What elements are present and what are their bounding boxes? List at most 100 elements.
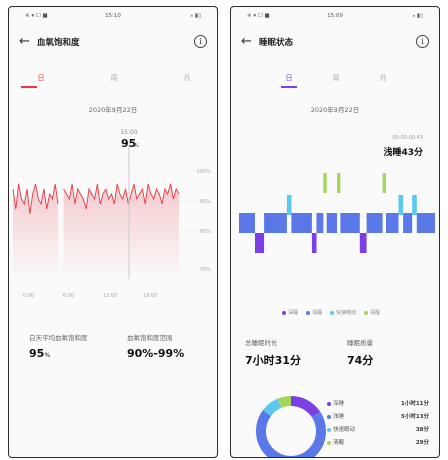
status-time: 15:09 — [327, 13, 343, 19]
breakdown-row: 快速眼动 38分 — [327, 425, 429, 438]
stat2-label: 血氧饱和度范围 — [127, 334, 173, 342]
sleep-segment — [403, 213, 413, 233]
status-icons-right: ⁎ ▮▯ — [412, 13, 423, 19]
tab-day[interactable]: 日 — [269, 73, 309, 83]
stat1-label: 总睡眠时长 — [245, 339, 278, 347]
breakdown-stage: 快速眼动 — [327, 425, 355, 438]
stat2-value: 74分 — [347, 354, 374, 367]
breakdown-stage-label: 快速眼动 — [333, 427, 356, 433]
breakdown-row: 清醒 29分 — [327, 438, 429, 451]
info-icon[interactable]: i — [416, 35, 429, 48]
breakdown-row: 浅睡 5小时13分 — [327, 412, 429, 425]
tab-week[interactable]: 周 — [316, 73, 356, 83]
sleep-segment — [316, 213, 324, 233]
breakdown-stage-label: 深睡 — [333, 401, 345, 407]
breakdown-value: 1小时11分 — [401, 401, 429, 407]
x-tick-label: 0:00 — [23, 293, 34, 299]
back-arrow-icon[interactable]: ← — [19, 33, 30, 51]
stat2-label: 睡眠质量 — [347, 339, 373, 347]
sleep-segment — [337, 173, 341, 193]
stage-dot-icon — [327, 440, 331, 445]
tab-month[interactable]: 月 — [167, 73, 207, 83]
active-tab-indicator — [281, 86, 297, 88]
status-time: 15:10 — [105, 13, 121, 19]
legend-dot-icon — [281, 310, 286, 315]
sleep-donut-chart — [256, 396, 326, 457]
legend-label: 清醒 — [370, 310, 381, 316]
x-tick-label: 6:00 — [63, 293, 74, 299]
legend-item: 深睡 — [281, 310, 298, 316]
stage-dot-icon — [327, 427, 331, 432]
sleep-tooltip-value: 浅睡43分 — [383, 148, 423, 158]
spo2-line-chart[interactable]: 15:00 95 % 100%95%90%70% 0:00 6:00 12:00 18… — [9, 119, 218, 309]
stat1-label: 白天平均血氧饱和度 — [29, 334, 88, 342]
sleep-stage-chart[interactable] — [231, 167, 440, 277]
tab-day[interactable]: 日 — [21, 73, 61, 83]
stage-dot-icon — [327, 414, 331, 419]
blood-oxygen-screen: ※ ▾ ☐ ■ 15:10 ⁎ ▮▯ ← 血氧饱和度 i 日 周 月 2020年… — [8, 6, 218, 458]
sleep-segment — [386, 213, 399, 233]
sleep-tooltip-label: 00:00-00:43 — [392, 135, 423, 141]
date-label: 2020年9月22日 — [88, 106, 138, 114]
sleep-segment — [264, 213, 287, 233]
legend-label: 快速眼动 — [336, 310, 357, 316]
page-title: 血氧饱和度 — [37, 38, 80, 48]
stat2-value: 90%-99% — [127, 347, 185, 360]
period-tabs: 日 周 月 — [9, 73, 217, 93]
back-arrow-icon[interactable]: ← — [241, 33, 252, 51]
sleep-segment — [382, 173, 386, 193]
sleep-segment — [412, 195, 417, 215]
stat1-number: 95 — [29, 347, 45, 360]
sleep-segment — [323, 173, 327, 193]
stage-dot-icon — [327, 401, 331, 406]
status-icons-right: ⁎ ▮▯ — [190, 13, 201, 19]
sleep-screen: ※ ▾ ☐ ■ 15:09 ⁎ ▮▯ ← 睡眠状态 i 日 周 月 2020年9… — [230, 6, 440, 458]
breakdown-stage-label: 浅睡 — [333, 414, 345, 420]
stat1-unit: % — [44, 352, 51, 359]
active-tab-indicator — [21, 86, 37, 88]
breakdown-stage: 清醒 — [327, 438, 344, 451]
page-title: 睡眠状态 — [259, 38, 294, 48]
breakdown-stage: 深睡 — [327, 399, 344, 412]
sleep-segment — [398, 195, 404, 215]
sleep-segment — [326, 213, 337, 233]
tooltip-time: 15:00 — [120, 129, 137, 136]
tab-week[interactable]: 周 — [94, 73, 134, 83]
y-tick-label: 90% — [200, 229, 211, 235]
y-tick-label: 95% — [200, 199, 211, 205]
header: ← 血氧饱和度 i — [9, 33, 217, 55]
tooltip-unit: % — [134, 143, 139, 149]
legend-label: 浅睡 — [311, 310, 322, 316]
sleep-legend: 深睡 浅睡 快速眼动 清醒 — [231, 299, 439, 318]
tab-month[interactable]: 月 — [363, 73, 403, 83]
stat1-value: 95% — [29, 347, 50, 360]
breakdown-value: 38分 — [415, 427, 429, 433]
y-tick-label: 70% — [200, 267, 211, 273]
sleep-segment — [311, 233, 317, 253]
breakdown-value: 5小时13分 — [401, 414, 429, 420]
sleep-segment — [286, 195, 292, 215]
legend-item: 清醒 — [364, 310, 380, 316]
breakdown-stage-label: 清醒 — [333, 440, 345, 446]
sleep-segment — [359, 233, 367, 253]
x-tick-label: 18:00 — [143, 293, 157, 299]
y-tick-label: 100% — [197, 169, 212, 175]
breakdown-value: 29分 — [415, 440, 429, 446]
stat1-value: 7小时31分 — [245, 354, 301, 367]
period-tabs: 日 周 月 — [231, 73, 439, 93]
info-icon[interactable]: i — [194, 35, 207, 48]
header: ← 睡眠状态 i — [231, 33, 439, 55]
sleep-segment — [291, 213, 312, 233]
breakdown-stage: 浅睡 — [327, 412, 344, 425]
legend-dot-icon — [364, 310, 369, 315]
sleep-segment — [340, 213, 360, 233]
x-tick-label: 12:00 — [103, 293, 117, 299]
sleep-segment — [239, 213, 255, 233]
legend-item: 浅睡 — [305, 310, 322, 316]
legend-dot-icon — [330, 310, 334, 315]
sleep-breakdown-list: 深睡 1小时11分浅睡 5小时13分快速眼动 38分清醒 29分 — [327, 399, 429, 451]
sleep-segment — [366, 213, 383, 233]
sleep-segment — [255, 233, 265, 253]
sleep-segment — [416, 213, 435, 233]
breakdown-row: 深睡 1小时11分 — [327, 399, 429, 412]
